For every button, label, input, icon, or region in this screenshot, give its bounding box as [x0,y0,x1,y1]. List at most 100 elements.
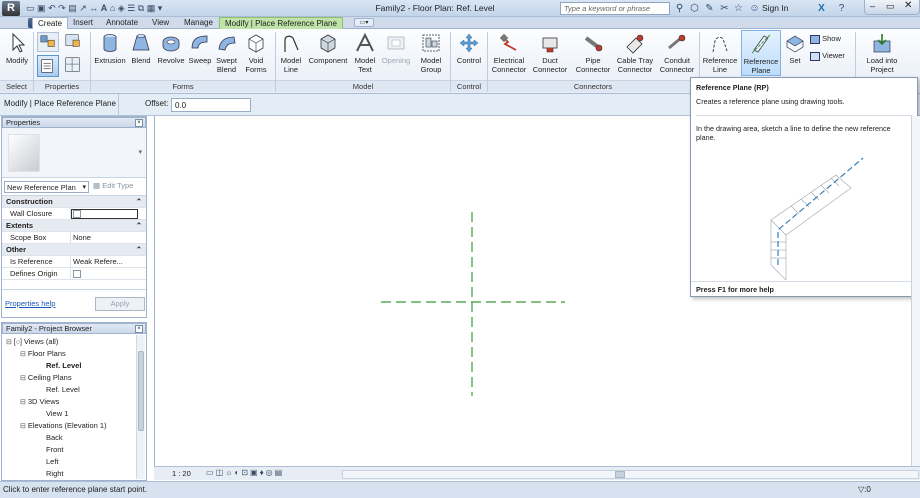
family-types-icon[interactable] [37,32,59,52]
panel-forms-label[interactable]: Forms [91,80,275,92]
tab-create[interactable]: Create [32,17,69,29]
control-button[interactable]: Control [452,32,486,65]
app-logo-icon[interactable]: R [2,1,20,16]
selection-filter[interactable]: ▽:0 [858,485,871,494]
type-dropdown-arrow-icon[interactable]: ▾ [138,148,142,156]
sweep-button[interactable]: Sweep [187,32,213,65]
autodesk-x-icon[interactable]: X [815,2,828,15]
collapse-node-icon[interactable]: ⊟ [6,339,14,346]
type-properties-icon[interactable] [63,55,85,77]
properties-toggle-icon[interactable] [37,55,59,77]
property-value[interactable]: Weak Refere... [73,256,123,268]
void-forms-button[interactable]: Void Forms [241,32,271,74]
panel-connectors-label[interactable]: Connectors [488,80,698,92]
close-properties-icon[interactable]: × [135,119,143,127]
view-scale[interactable]: 1 : 20 [172,469,191,478]
collapse-node-icon[interactable]: ⊟ [20,423,28,430]
panel-model-label[interactable]: Model [276,80,450,92]
tab-annotate[interactable]: Annotate [101,17,143,29]
3d-view-icon[interactable]: ⌂ [110,3,115,13]
section-icon[interactable]: ◈ [118,3,125,13]
property-group-extents[interactable]: Extents ⌃ [2,220,146,232]
extrusion-button[interactable]: Extrusion [93,32,127,65]
tree-item[interactable]: Front [2,444,146,456]
tree-item[interactable]: Ref. Level [2,360,146,372]
apply-button[interactable]: Apply [95,297,145,311]
show-workplane-button[interactable]: Show [810,34,841,44]
panel-control-label[interactable]: Control [451,80,487,92]
set-button[interactable]: Set [783,32,807,65]
minimize-icon[interactable]: ‒ [870,1,875,11]
favorites-icon[interactable]: ☆ [732,2,745,15]
tree-item[interactable]: ⊟ 3D Views [2,396,146,408]
tree-item[interactable]: ⊟ Elevations (Elevation 1) [2,420,146,432]
crop-view-icon[interactable]: ⊡ [241,468,250,477]
tab-manage[interactable]: Manage [179,17,218,29]
search-icon[interactable]: ⚲ [673,2,686,15]
property-value[interactable] [73,268,81,280]
text-icon[interactable]: A [101,3,108,13]
dimension-icon[interactable]: ↔ [89,3,98,13]
communication-icon[interactable]: ✎ [703,2,716,15]
revolve-button[interactable]: Revolve [155,32,187,65]
visual-style-icon[interactable]: ◫ [216,468,226,477]
model-group-button[interactable]: Model Group [416,32,446,74]
tree-item[interactable]: Right [2,468,146,480]
subscription-icon[interactable]: ⬡ [688,2,701,15]
property-group-construction[interactable]: Construction ⌃ [2,196,146,208]
reveal-hidden-icon[interactable]: ◎ [266,468,275,477]
collapse-node-icon[interactable]: ⊟ [20,351,28,358]
tab-view[interactable]: View [147,17,174,29]
close-icon[interactable]: ✕ [904,0,912,11]
customize-qat-icon[interactable]: ▾ [158,3,163,13]
panel-properties-label[interactable]: Properties [34,80,90,92]
tree-item[interactable]: Left [2,456,146,468]
tree-item[interactable]: ⊟ Ceiling Plans [2,372,146,384]
tab-modify-place-reference-plane[interactable]: Modify | Place Reference Plane [219,17,343,29]
save-icon[interactable]: ▣ [37,3,46,13]
model-text-button[interactable]: Model Text [351,32,379,74]
close-browser-icon[interactable]: × [135,325,143,333]
thin-lines-icon[interactable]: ☰ [127,3,135,13]
search-input[interactable]: Type a keyword or phrase [560,2,670,15]
browser-scrollbar[interactable] [136,335,145,479]
tree-item[interactable]: ⊟ Floor Plans [2,348,146,360]
family-category-icon[interactable] [63,32,85,52]
redo-icon[interactable]: ↷ [58,3,66,13]
reference-line-button[interactable]: Reference Line [700,32,740,74]
worksharing-icon[interactable]: ▤ [275,468,285,477]
property-value[interactable]: None [73,232,91,244]
exchange-icon[interactable]: ✂ [718,2,731,15]
collapse-node-icon[interactable]: ⊟ [20,375,28,382]
switch-windows-icon[interactable]: ▦ [147,3,156,13]
browser-scroll-thumb[interactable] [138,351,144,431]
tree-item[interactable]: ⊟ [○] Views (all) [2,336,146,348]
maximize-icon[interactable]: ▭ [886,1,895,12]
duct-connector-button[interactable]: Duct Connector [530,32,570,74]
tree-item[interactable]: Ref. Level [2,384,146,396]
tab-insert[interactable]: Insert [68,17,98,29]
panel-select-label[interactable]: Select [0,80,33,92]
property-group-other[interactable]: Other ⌃ [2,244,146,256]
collapse-node-icon[interactable]: ⊟ [20,399,28,406]
electrical-connector-button[interactable]: Electrical Connector [489,32,529,74]
property-value[interactable] [71,208,138,220]
component-button[interactable]: Component [306,32,350,65]
offset-input[interactable]: 0.0 [171,98,251,112]
horizontal-scroll-thumb[interactable] [615,471,625,478]
undo-icon[interactable]: ↶ [48,3,56,13]
minimize-ribbon-icon[interactable]: ▭▾ [354,18,374,27]
pipe-connector-button[interactable]: Pipe Connector [572,32,614,74]
print-icon[interactable]: ▤ [68,3,77,13]
instance-type-selector[interactable]: New Reference Plan ▾ [4,181,89,193]
close-hidden-icon[interactable]: ⧉ [138,3,144,13]
edit-type-button[interactable]: ▦ Edit Type [93,181,133,190]
horizontal-scrollbar[interactable] [342,470,919,479]
collapse-chevron-icon[interactable]: ⌃ [136,220,142,232]
cable-tray-connector-button[interactable]: Cable Tray Connector [614,32,656,74]
swept-blend-button[interactable]: Swept Blend [213,32,240,74]
tree-item[interactable]: Back [2,432,146,444]
conduit-connector-button[interactable]: Conduit Connector [656,32,698,74]
tree-item[interactable]: View 1 [2,408,146,420]
measure-icon[interactable]: ↗ [79,3,87,13]
